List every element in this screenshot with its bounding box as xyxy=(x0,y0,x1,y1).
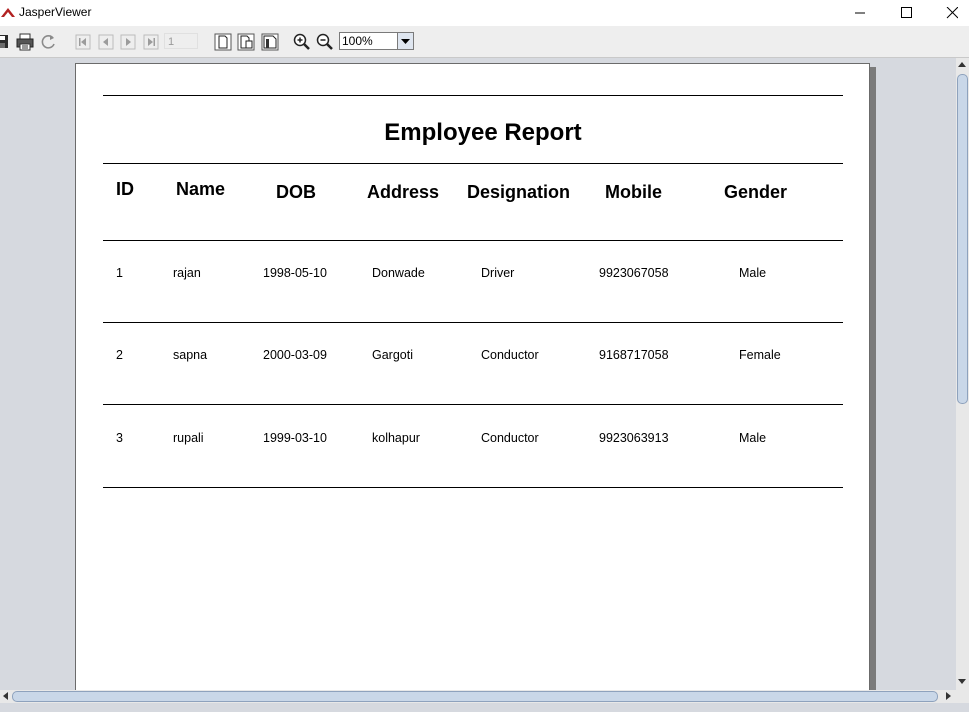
table-cell-address: kolhapur xyxy=(372,431,420,445)
maximize-icon xyxy=(901,7,912,18)
previous-page-button[interactable] xyxy=(97,33,115,51)
rule-row-2-bottom xyxy=(103,404,843,405)
rule-row-3-bottom xyxy=(103,487,843,488)
minimize-icon xyxy=(855,12,865,14)
table-cell-id: 3 xyxy=(116,431,123,445)
status-bar xyxy=(0,703,969,712)
first-page-icon xyxy=(75,34,91,50)
actual-size-icon xyxy=(214,33,232,51)
column-header-designation: Designation xyxy=(467,182,571,202)
reload-icon xyxy=(41,35,55,49)
table-cell-dob: 2000-03-09 xyxy=(263,348,327,362)
vertical-scroll-thumb[interactable] xyxy=(957,74,968,404)
chevron-down-icon xyxy=(401,39,410,44)
actual-size-button[interactable] xyxy=(214,33,232,51)
save-icon xyxy=(0,35,8,48)
table-cell-gender: Female xyxy=(739,348,781,362)
column-header-name: Name xyxy=(176,179,226,199)
zoom-out-icon xyxy=(316,33,333,50)
column-header-address: Address xyxy=(367,182,440,202)
report-page: Employee Report ID Name DOB Address Desi… xyxy=(75,63,870,690)
page-number-field[interactable]: 1 xyxy=(164,33,198,49)
maximize-button[interactable] xyxy=(883,0,929,26)
table-cell-gender: Male xyxy=(739,431,767,445)
fit-width-icon xyxy=(261,33,279,51)
print-button[interactable] xyxy=(16,33,34,51)
rule-row-1-bottom xyxy=(103,322,843,323)
zoom-value: 100% xyxy=(342,34,373,48)
table-cell-mobile: 9923063913 xyxy=(599,431,669,445)
table-cell-id: 1 xyxy=(116,266,123,280)
last-page-icon xyxy=(143,34,159,50)
reload-button[interactable] xyxy=(40,33,58,51)
table-cell-address: Donwade xyxy=(372,266,425,280)
first-page-button[interactable] xyxy=(74,33,92,51)
next-page-button[interactable] xyxy=(119,33,137,51)
scroll-down-icon[interactable] xyxy=(956,675,968,687)
table-cell-dob: 1999-03-10 xyxy=(263,431,327,445)
scroll-up-icon[interactable] xyxy=(956,59,968,71)
jasper-app-icon xyxy=(1,8,15,17)
close-icon xyxy=(946,7,958,19)
column-header-gender: Gender xyxy=(724,182,788,202)
toolbar: 1 xyxy=(0,26,969,58)
table-cell-mobile: 9168717058 xyxy=(599,348,669,362)
fit-page-button[interactable] xyxy=(237,33,255,51)
scroll-right-icon[interactable] xyxy=(942,690,954,702)
table-cell-name: rupali xyxy=(173,431,204,445)
table-cell-dob: 1998-05-10 xyxy=(263,266,327,280)
table-cell-designation: Driver xyxy=(481,266,515,280)
zoom-select[interactable]: 100% xyxy=(339,32,414,50)
save-button[interactable] xyxy=(0,33,14,51)
column-header-id: ID xyxy=(116,179,134,199)
table-cell-address: Gargoti xyxy=(372,348,413,362)
fit-page-icon xyxy=(237,33,255,51)
horizontal-scrollbar[interactable] xyxy=(0,690,956,703)
table-cell-designation: Conductor xyxy=(481,431,539,445)
table-cell-mobile: 9923067058 xyxy=(599,266,669,280)
zoom-in-icon xyxy=(293,33,310,50)
scrollbar-corner xyxy=(956,690,969,703)
last-page-button[interactable] xyxy=(142,33,160,51)
fit-width-button[interactable] xyxy=(261,33,279,51)
window-title: JasperViewer xyxy=(19,5,92,19)
table-cell-designation: Conductor xyxy=(481,348,539,362)
table-cell-gender: Male xyxy=(739,266,767,280)
column-header-mobile: Mobile xyxy=(605,182,662,202)
scroll-left-icon[interactable] xyxy=(0,690,12,702)
report-viewport[interactable]: Employee Report ID Name DOB Address Desi… xyxy=(0,58,956,690)
zoom-in-button[interactable] xyxy=(293,33,311,51)
minimize-button[interactable] xyxy=(837,0,883,26)
vertical-scrollbar[interactable] xyxy=(956,58,969,690)
horizontal-scroll-thumb[interactable] xyxy=(12,691,938,702)
previous-page-icon xyxy=(98,34,114,50)
rule-top xyxy=(103,95,843,96)
zoom-out-button[interactable] xyxy=(316,33,334,51)
report-title: Employee Report xyxy=(384,119,582,146)
rule-header-bottom xyxy=(103,240,843,241)
table-cell-name: sapna xyxy=(173,348,208,362)
table-cell-id: 2 xyxy=(116,348,123,362)
table-cell-name: rajan xyxy=(173,266,201,280)
title-bar: JasperViewer xyxy=(0,0,969,26)
print-icon xyxy=(16,33,34,51)
column-header-dob: DOB xyxy=(276,182,316,202)
zoom-dropdown-button[interactable] xyxy=(397,33,413,49)
next-page-icon xyxy=(120,34,136,50)
close-button[interactable] xyxy=(929,0,969,26)
rule-title-bottom xyxy=(103,163,843,164)
